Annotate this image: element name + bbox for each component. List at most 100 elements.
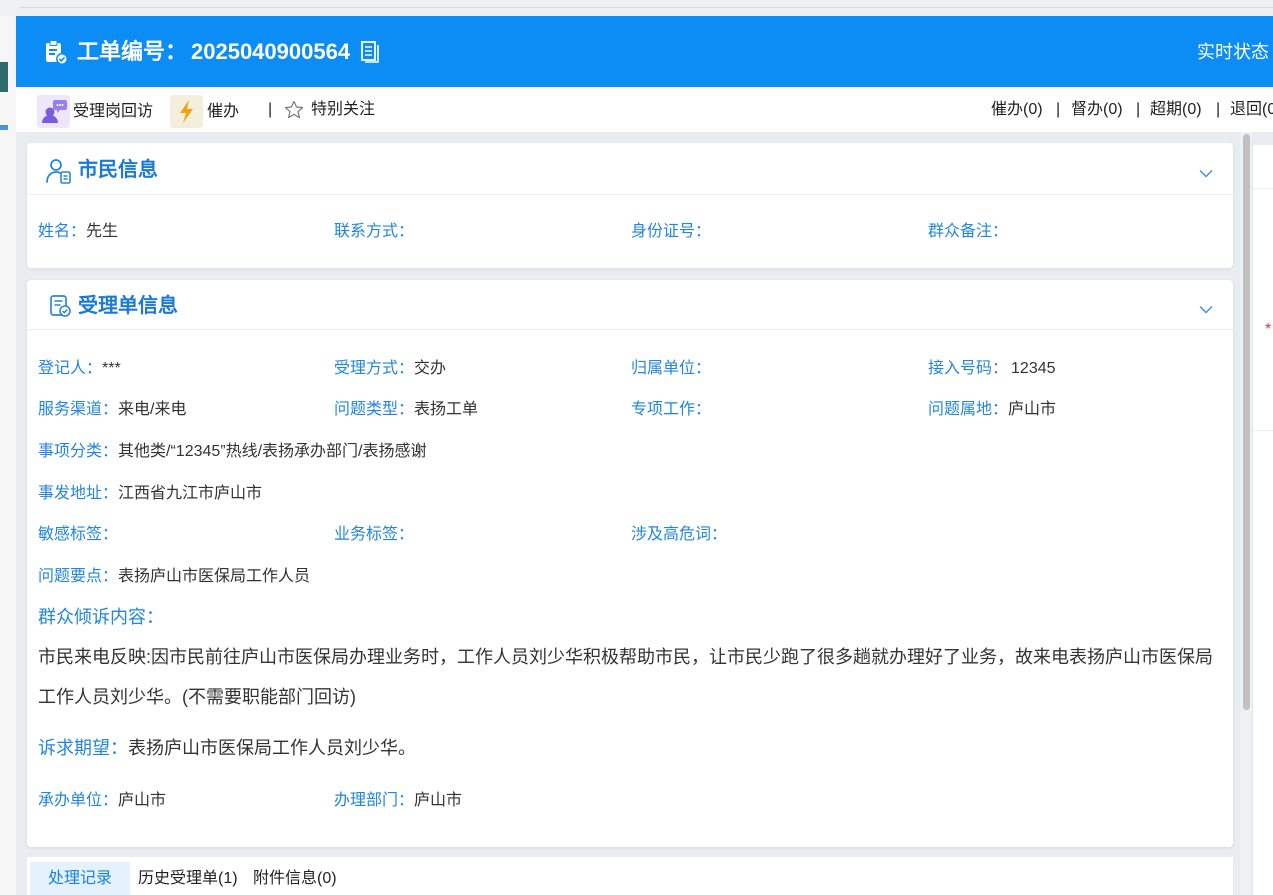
main-content: 市民信息 姓名：先生 联系方式： 身份证号： 群众备注： 受理单信息 登记人：*… — [16, 132, 1252, 895]
returned-count[interactable]: 退回(0 — [1230, 99, 1273, 120]
field-value: 江西省九江市庐山市 — [118, 485, 263, 502]
field-sensitive-tags: 敏感标签： — [38, 524, 118, 546]
supervise-count[interactable]: 督办(0) — [1071, 99, 1123, 120]
background-nav-block — [0, 62, 8, 92]
user-card-icon — [45, 157, 73, 185]
overdue-count[interactable]: 超期(0) — [1150, 99, 1202, 120]
complaint-content: 市民来电反映:因市民前往庐山市医保局办理业务时，工作人员刘少华积极帮助市民，让市… — [38, 647, 1213, 707]
side-panel: * — [1252, 132, 1273, 895]
citizen-info-title: 市民信息 — [78, 159, 158, 181]
field-business-tags: 业务标签： — [334, 524, 414, 546]
field-label: 接入号码： — [928, 360, 1009, 377]
field-special-work: 专项工作： — [631, 399, 711, 421]
field-label: 诉求期望： — [38, 738, 128, 758]
callback-label: 受理岗回访 — [73, 103, 154, 120]
field-value: 庐山市 — [414, 792, 463, 809]
field-value: 交办 — [414, 360, 447, 377]
field-label: 涉及高危词： — [631, 526, 728, 543]
window-divider — [20, 7, 1273, 8]
acceptance-info-header: 受理单信息 — [27, 280, 1233, 330]
vertical-scrollbar[interactable] — [1240, 132, 1252, 895]
action-toolbar: 受理岗回访 催办 | 特别关注 催办(0) | 督办(0) | 超期(0) | … — [16, 87, 1273, 132]
realtime-status-link[interactable]: 实时状态 — [1197, 39, 1269, 65]
document-icon[interactable] — [360, 41, 380, 63]
clipboard-check-icon — [44, 39, 68, 65]
special-attention-label: 特别关注 — [311, 101, 376, 118]
field-id-number: 身份证号： — [631, 221, 711, 243]
toolbar-separator: | — [268, 101, 273, 118]
field-label: 专项工作： — [631, 401, 712, 418]
field-label: 办理部门： — [334, 792, 415, 809]
field-key-points: 问题要点：表扬庐山市医保局工作人员 — [38, 566, 310, 588]
urge-count[interactable]: 催办(0) — [991, 99, 1043, 120]
field-name: 姓名：先生 — [38, 221, 118, 243]
field-value: 其他类/“12345”热线/表扬承办部门/表扬感谢 — [118, 443, 427, 460]
required-mark: * — [1265, 321, 1272, 338]
field-label: 问题属地： — [928, 401, 1009, 418]
background-nav-marker — [0, 125, 8, 130]
field-owner-unit: 归属单位： — [631, 358, 711, 380]
tab-processing-records[interactable]: 处理记录 — [30, 862, 130, 895]
order-number: 2025040900564 — [191, 39, 351, 64]
work-order-header: 工单编号： 2025040900564 实时状态 — [16, 16, 1273, 87]
tab-attachments[interactable]: 附件信息(0) — [253, 862, 337, 895]
field-label: 联系方式： — [334, 223, 415, 240]
field-label: 事项分类： — [38, 443, 119, 460]
counter-separator: | — [1136, 101, 1141, 118]
counter-separator: | — [1216, 101, 1221, 118]
side-panel-divider — [1253, 430, 1273, 431]
counter-separator: | — [1056, 101, 1061, 118]
chevron-down-icon[interactable] — [1199, 165, 1213, 178]
field-value: *** — [102, 360, 121, 377]
field-label: 服务渠道： — [38, 401, 119, 418]
field-value: 来电/来电 — [118, 401, 187, 418]
field-label: 事发地址： — [38, 485, 119, 502]
citizen-info-header: 市民信息 — [27, 143, 1233, 195]
order-number-label: 工单编号： — [77, 39, 188, 64]
acceptance-info-title: 受理单信息 — [78, 295, 178, 317]
field-label: 承办单位： — [38, 792, 119, 809]
field-value: 表扬工单 — [414, 401, 479, 418]
field-value: 庐山市 — [1008, 401, 1057, 418]
field-issue-type: 问题类型：表扬工单 — [334, 399, 478, 421]
background-left-strip — [0, 16, 16, 895]
field-label: 敏感标签： — [38, 526, 119, 543]
field-value: 先生 — [86, 223, 119, 240]
special-attention-button[interactable]: 特别关注 — [284, 100, 394, 120]
field-service-channel: 服务渠道：来电/来电 — [38, 399, 186, 421]
window-top-strip — [0, 0, 1273, 16]
field-label: 身份证号： — [631, 223, 712, 240]
record-tabs: 处理记录 历史受理单(1) 附件信息(0) — [27, 857, 1233, 895]
urge-button[interactable]: 催办 — [170, 95, 260, 128]
document-check-icon — [48, 294, 72, 318]
field-label: 业务标签： — [334, 526, 415, 543]
complaint-label: 群众倾诉内容： — [38, 607, 164, 627]
acceptance-info-card: 受理单信息 登记人：*** 受理方式：交办 归属单位： 接入号码： 12345 服… — [27, 280, 1233, 847]
field-label: 问题要点： — [38, 568, 119, 585]
callback-button[interactable]: 受理岗回访 — [37, 95, 172, 128]
field-category: 事项分类：其他类/“12345”热线/表扬承办部门/表扬感谢 — [38, 441, 427, 463]
field-label: 受理方式： — [334, 360, 415, 377]
scrollbar-thumb[interactable] — [1243, 134, 1250, 710]
field-address: 事发地址：江西省九江市庐山市 — [38, 483, 262, 505]
lightning-icon — [170, 95, 203, 128]
field-access-number: 接入号码： 12345 — [928, 358, 1056, 380]
field-high-risk-words: 涉及高危词： — [631, 524, 727, 546]
citizen-info-card: 市民信息 姓名：先生 联系方式： 身份证号： 群众备注： — [27, 143, 1233, 268]
field-value: 庐山市 — [118, 792, 167, 809]
field-label: 登记人： — [38, 360, 103, 377]
field-remark: 群众备注： — [928, 221, 1008, 243]
field-label: 姓名： — [38, 223, 87, 240]
field-registrar: 登记人：*** — [38, 358, 121, 380]
side-panel-body: * — [1252, 145, 1273, 895]
field-value: 12345 — [1011, 360, 1056, 377]
field-contact: 联系方式： — [334, 221, 414, 243]
field-value: 表扬庐山市医保局工作人员刘少华。 — [128, 738, 416, 758]
field-label: 群众备注： — [928, 223, 1009, 240]
chevron-down-icon[interactable] — [1199, 301, 1213, 314]
field-label: 归属单位： — [631, 360, 712, 377]
field-accept-method: 受理方式：交办 — [334, 358, 446, 380]
field-expectation: 诉求期望：表扬庐山市医保局工作人员刘少华。 — [38, 735, 416, 761]
tab-history-orders[interactable]: 历史受理单(1) — [138, 862, 238, 895]
field-handling-dept: 办理部门：庐山市 — [334, 790, 462, 812]
